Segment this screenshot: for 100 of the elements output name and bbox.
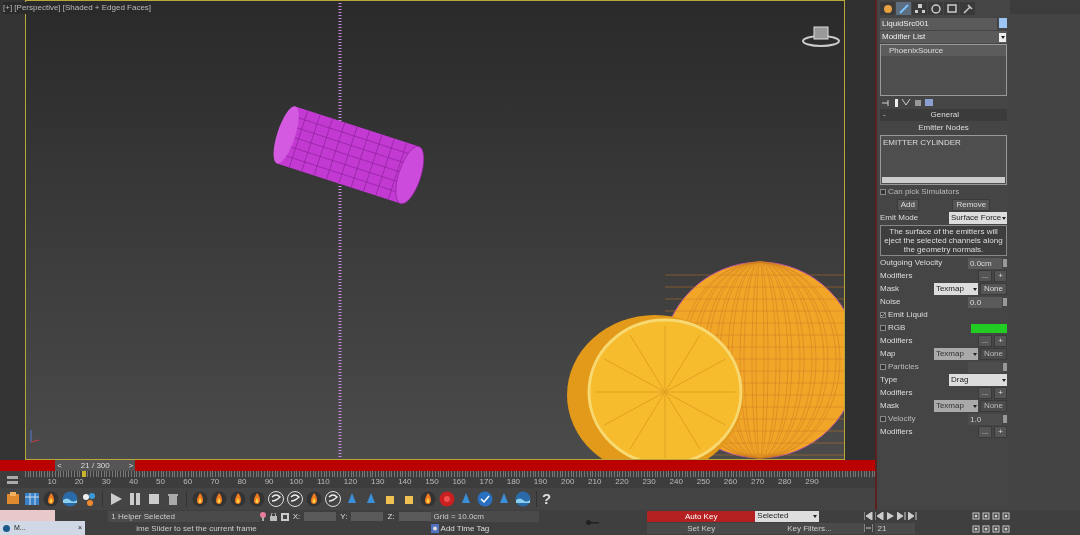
frame-field[interactable]: 21 [874,522,915,534]
frame-number: 290 [805,477,819,487]
frame-number: 230 [642,477,656,487]
spinner-field[interactable]: 1.0 [968,413,1002,425]
add-modifier-button[interactable]: + [994,387,1007,399]
flame-icon[interactable] [230,491,246,507]
color-swatch[interactable] [999,18,1007,28]
check-icon[interactable] [477,491,493,507]
checkbox[interactable] [880,312,886,318]
auto-key-button[interactable]: Auto Key [647,510,756,522]
curve-editor-icon[interactable] [7,474,18,485]
go-to-start-icon[interactable] [863,511,873,520]
checkbox-label: Can pick Simulators [888,186,961,198]
time-tag-icon[interactable] [430,524,439,533]
coordinate-field[interactable] [304,512,337,522]
panel-tab[interactable] [880,2,895,15]
grid-icon[interactable] [24,491,40,507]
coordinate-field[interactable] [398,512,431,522]
panel-tab[interactable] [944,2,959,15]
frame-number: 210 [588,477,602,487]
help-button[interactable]: ? [542,491,552,507]
checkbox-label: Emit Liquid [888,309,929,321]
field-label: Mask [880,283,901,295]
more-button[interactable]: ... [977,426,993,438]
panel-tab[interactable] [912,2,927,15]
flame-icon[interactable] [420,491,436,507]
checkbox[interactable] [880,189,886,195]
spinner-field[interactable] [968,361,1002,373]
panel-tab[interactable] [928,2,943,15]
field-label: Emit Mode [880,212,920,224]
add-modifier-button[interactable]: + [994,335,1007,347]
particles-icon[interactable] [81,491,97,507]
dropdown-value: Texmap [935,283,964,295]
time-slider-thumb[interactable]: < 21 / 300 > [55,460,136,471]
more-button[interactable]: ... [977,387,993,399]
swirl-icon[interactable] [325,491,341,507]
checkbox[interactable] [880,416,886,422]
frame-number: 130 [371,477,385,487]
add-time-tag-button[interactable]: Add Time Tag [440,522,490,535]
next-frame-icon[interactable] [896,511,906,520]
go-to-end-icon[interactable] [907,511,917,520]
field-label: Modifiers [880,335,914,347]
viewcube-icon[interactable] [801,24,841,48]
add-modifier-button[interactable]: + [994,270,1007,282]
spinner-field[interactable]: 0.0 [968,296,1002,308]
rollout-title[interactable]: General [885,109,1004,121]
checkbox-label: RGB [888,322,907,334]
checkbox[interactable] [880,325,886,331]
none-button[interactable]: None [979,283,1007,295]
bulb-icon[interactable] [259,512,266,522]
description-text: The surface of the emitters will eject the selected channels along the geometry normals. [880,225,1007,256]
frame-number: 260 [723,477,738,487]
key-mode-dropdown[interactable]: Selected [755,510,820,522]
more-button[interactable]: ... [977,270,993,282]
add-modifier-button[interactable]: + [994,426,1007,438]
frame-number: 240 [669,477,683,487]
more-button[interactable]: ... [977,335,993,347]
wave-icon[interactable] [62,491,78,507]
flame-icon[interactable] [211,491,227,507]
name-field[interactable]: LiquidSrc001 [880,18,997,30]
flame-icon[interactable] [306,491,322,507]
previous-frame-icon[interactable] [874,511,884,520]
bar-icon[interactable] [895,98,898,107]
list-item[interactable]: EMITTER CYLINDER [883,137,1004,149]
pause-icon[interactable] [127,491,143,507]
pin-stack-icon[interactable] [882,99,891,106]
key-filters-button[interactable]: Key Filters... [755,523,864,535]
frame-number: 10 [47,477,57,487]
stack-item[interactable]: PhoenixSource [881,45,1006,56]
flame-icon[interactable] [192,491,208,507]
lock-icon[interactable] [269,512,277,521]
stop-icon[interactable] [146,491,162,507]
modifier-list-dropdown[interactable]: Modifier List [880,31,1007,43]
emitter-list[interactable]: EMITTER CYLINDER [880,135,1007,185]
dropdown[interactable]: Drag [949,374,1007,386]
swirl-icon[interactable] [268,491,284,507]
time-slider-track[interactable]: < 21 / 300 > [0,460,875,471]
play-icon[interactable] [108,491,124,507]
frame-number: 280 [778,477,792,487]
set-key-button[interactable]: Set Key [647,523,756,535]
field-label: Modifiers [880,270,914,282]
checkbox[interactable] [880,364,886,370]
rollout-toggle[interactable]: - [883,109,886,121]
dropdown[interactable]: Texmap [933,283,978,295]
flame-icon[interactable] [249,491,265,507]
viewport-label[interactable]: [+] [Perspective] [Shaded + Edged Faces] [3,2,152,14]
panel-tab[interactable] [960,2,975,15]
spinner-field[interactable]: 0.0cm [968,257,1002,269]
section-heading: Emitter Nodes [917,122,970,134]
coordinate-field[interactable] [351,512,384,522]
flame-icon[interactable] [43,491,59,507]
remove-button[interactable]: Remove [952,199,991,211]
add-button[interactable]: Add [896,199,919,211]
wave-icon[interactable] [515,491,531,507]
field-label: Noise [880,296,902,308]
cylinder-drawing[interactable] [273,106,425,205]
swirl-icon[interactable] [287,491,303,507]
color-swatch[interactable] [971,323,1007,333]
horizontal-scrollbar[interactable] [882,177,1005,183]
checkbox-label: Velocity [888,413,917,425]
